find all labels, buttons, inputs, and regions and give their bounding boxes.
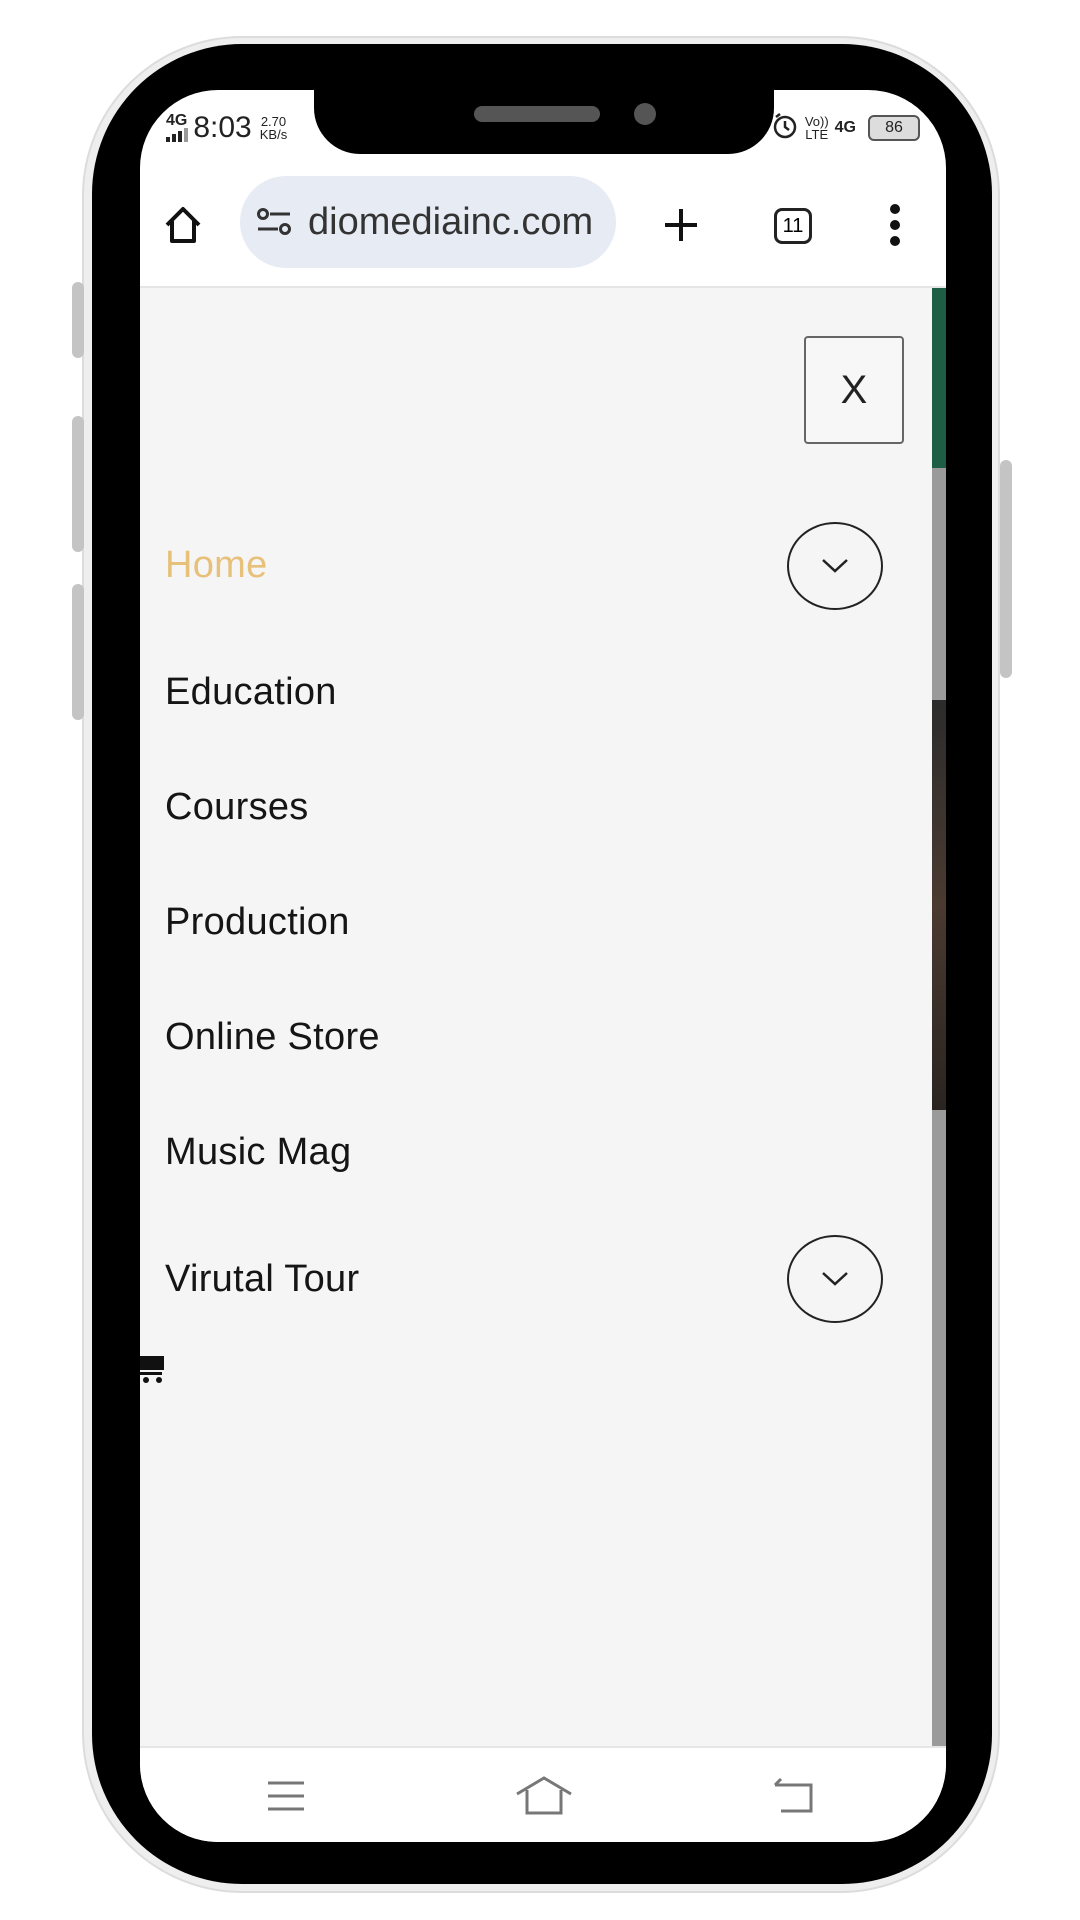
menu-item-online-store[interactable]: Online Store	[165, 1016, 380, 1059]
side-button-right	[1000, 460, 1012, 678]
clock: 8:03	[193, 111, 252, 144]
menu-item-label: Courses	[165, 786, 309, 828]
close-label: X	[840, 367, 868, 412]
phone-screen: 4G 8:03 2.70 KB/s Vo)) LTE 4G 86 diomedi…	[140, 90, 946, 1842]
status-bar-right: Vo)) LTE 4G 86	[771, 106, 920, 150]
status-bar-left: 4G 8:03 2.70 KB/s	[166, 106, 287, 150]
menu-item-label: Education	[165, 671, 337, 713]
home-submenu-toggle[interactable]	[787, 522, 883, 610]
menu-item-label: Online Store	[165, 1016, 380, 1058]
data-speed: 2.70 KB/s	[260, 115, 287, 141]
recents-icon	[268, 1781, 304, 1811]
web-page: X Home Education Courses Production Onli…	[140, 286, 946, 1748]
menu-item-label: Music Mag	[165, 1131, 352, 1173]
speaker	[474, 106, 600, 122]
home-nav-button[interactable]	[514, 1774, 574, 1818]
more-vert-icon	[890, 204, 900, 246]
notch	[314, 90, 774, 154]
new-tab-plus-icon	[665, 209, 697, 241]
back-button[interactable]	[772, 1774, 816, 1818]
tab-switcher-icon: 11	[774, 208, 812, 244]
data-speed-unit: KB/s	[259, 127, 288, 142]
menu-item-courses[interactable]: Courses	[165, 786, 309, 829]
battery-level: 86	[885, 119, 903, 136]
lte-label: LTE	[805, 127, 829, 142]
alarm-icon	[771, 112, 799, 145]
network-type-right: 4G	[834, 119, 856, 136]
home-button[interactable]	[158, 200, 208, 250]
background-page-header	[932, 288, 946, 468]
background-photo	[932, 700, 946, 1110]
menu-item-virtual-tour[interactable]: Virutal Tour	[165, 1258, 359, 1301]
volte-indicator: Vo)) LTE	[805, 115, 829, 141]
recents-button[interactable]	[264, 1774, 308, 1818]
menu-item-home[interactable]: Home	[165, 544, 268, 587]
menu-item-label: Virutal Tour	[165, 1258, 360, 1300]
side-button-left-2	[72, 416, 84, 552]
network-type-label: 4G	[166, 112, 188, 129]
tab-switcher-button[interactable]: 11	[768, 202, 818, 250]
navigation-drawer: X Home Education Courses Production Onli…	[140, 288, 932, 1748]
menu-item-label: Home	[165, 544, 268, 586]
menu-item-music-mag[interactable]: Music Mag	[165, 1131, 351, 1174]
side-button-left-1	[72, 282, 84, 358]
tab-count: 11	[782, 214, 804, 237]
cart-icon[interactable]	[140, 1352, 166, 1384]
menu-item-production[interactable]: Production	[165, 901, 350, 944]
more-menu-button[interactable]	[880, 200, 910, 250]
chevron-down-icon	[822, 1272, 848, 1286]
address-bar[interactable]: diomediainc.com	[240, 176, 616, 268]
virtual-tour-submenu-toggle[interactable]	[787, 1235, 883, 1323]
home-nav-icon	[516, 1776, 572, 1815]
chevron-down-icon	[822, 559, 848, 573]
new-tab-button[interactable]	[656, 200, 706, 250]
battery-indicator: 86	[868, 115, 920, 141]
site-settings-icon[interactable]	[256, 207, 292, 237]
menu-item-education[interactable]: Education	[165, 671, 337, 714]
back-icon	[773, 1777, 813, 1813]
signal-icon: 4G	[166, 112, 193, 142]
home-icon	[165, 207, 201, 243]
url-text: diomediainc.com	[308, 200, 594, 243]
system-navigation-bar	[140, 1746, 946, 1842]
front-camera	[634, 103, 656, 125]
close-menu-button[interactable]: X	[804, 336, 904, 444]
menu-item-label: Production	[165, 901, 350, 943]
side-button-left-3	[72, 584, 84, 720]
